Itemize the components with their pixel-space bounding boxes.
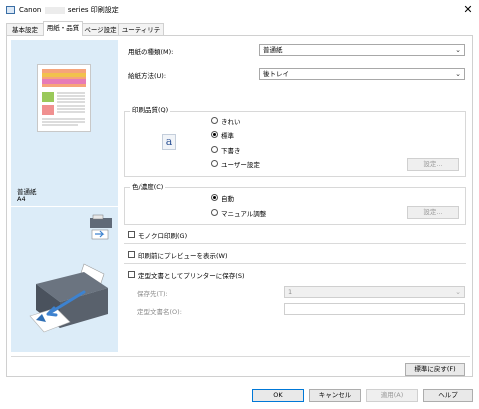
window-title: Canon series 印刷設定 [19, 5, 119, 15]
save-destination-value: 1 [288, 288, 293, 296]
paper-source-value: 後トレイ [263, 70, 289, 78]
quality-high-radio[interactable] [211, 117, 218, 124]
media-type-label: 用紙の種類(M): [128, 48, 174, 56]
save-destination-select[interactable]: 1 ⌄ [284, 286, 465, 298]
preview-divider [11, 206, 118, 207]
divider [11, 356, 470, 357]
media-type-select[interactable]: 普通紙 ⌄ [259, 44, 465, 56]
quality-draft-label: 下書き [221, 147, 241, 155]
chevron-down-icon: ⌄ [455, 70, 461, 78]
page-preview [37, 64, 91, 132]
save-destination-label: 保存先(T): [137, 290, 168, 298]
apply-button[interactable]: 適用(A) [366, 389, 418, 402]
quality-standard-radio[interactable] [211, 131, 218, 138]
quality-settings-button[interactable]: 設定... [407, 158, 459, 171]
profile-name-label: 定型文書名(O): [137, 308, 182, 316]
printer-app-icon [6, 6, 15, 14]
printer-illustration [29, 263, 108, 333]
color-manual-radio[interactable] [211, 209, 218, 216]
paper-source-label: 給紙方法(U): [128, 72, 167, 80]
help-button[interactable]: ヘルプ [423, 389, 473, 402]
ok-button[interactable]: OK [252, 389, 304, 402]
divider [124, 243, 466, 244]
grayscale-label: モノクロ印刷(G) [138, 232, 188, 240]
preview-paper-size: A4 [17, 195, 26, 203]
color-settings-button[interactable]: 設定... [407, 206, 459, 219]
restore-defaults-button[interactable]: 標準に戻す(F) [405, 363, 465, 376]
preview-before-print-label: 印刷前にプレビューを表示(W) [138, 252, 228, 260]
page-preview-graphic [42, 69, 86, 126]
quality-draft-radio[interactable] [211, 146, 218, 153]
close-icon[interactable]: ✕ [461, 3, 475, 17]
window-title-suffix: series 印刷設定 [67, 6, 119, 14]
quality-custom-radio[interactable] [211, 160, 218, 167]
grayscale-checkbox[interactable] [128, 231, 135, 238]
profile-name-input[interactable] [284, 303, 465, 315]
tab-utility[interactable]: ユーティリティ [118, 23, 164, 46]
print-quality-group-label: 印刷品質(Q) [130, 104, 171, 114]
preview-before-print-checkbox[interactable] [128, 251, 135, 258]
tab-basic-settings[interactable]: 基本設定 [6, 23, 44, 35]
quality-high-label: きれい [221, 118, 241, 126]
color-manual-label: マニュアル調整 [221, 210, 267, 218]
cancel-button[interactable]: キャンセル [309, 389, 361, 402]
color-auto-radio[interactable] [211, 194, 218, 201]
chevron-down-icon: ⌄ [455, 288, 461, 296]
paper-source-select[interactable]: 後トレイ ⌄ [259, 68, 465, 80]
quality-standard-label: 標準 [221, 132, 234, 140]
quality-preview-icon: a [162, 134, 176, 150]
color-intensity-group-label: 色/濃度(C) [130, 181, 166, 191]
feed-printer-icon [90, 214, 112, 240]
save-profile-label: 定型文書としてプリンターに保存(S) [138, 272, 245, 280]
tab-paper-quality[interactable]: 用紙・品質 [43, 21, 83, 36]
redacted-model-name [44, 6, 65, 14]
divider [124, 263, 466, 264]
quality-custom-label: ユーザー設定 [221, 161, 260, 169]
media-type-value: 普通紙 [263, 46, 283, 54]
window-title-prefix: Canon [19, 6, 42, 14]
save-profile-checkbox[interactable] [128, 271, 135, 278]
tab-page-setup[interactable]: ページ設定 [82, 23, 119, 35]
color-auto-label: 自動 [221, 195, 234, 203]
chevron-down-icon: ⌄ [455, 46, 461, 54]
